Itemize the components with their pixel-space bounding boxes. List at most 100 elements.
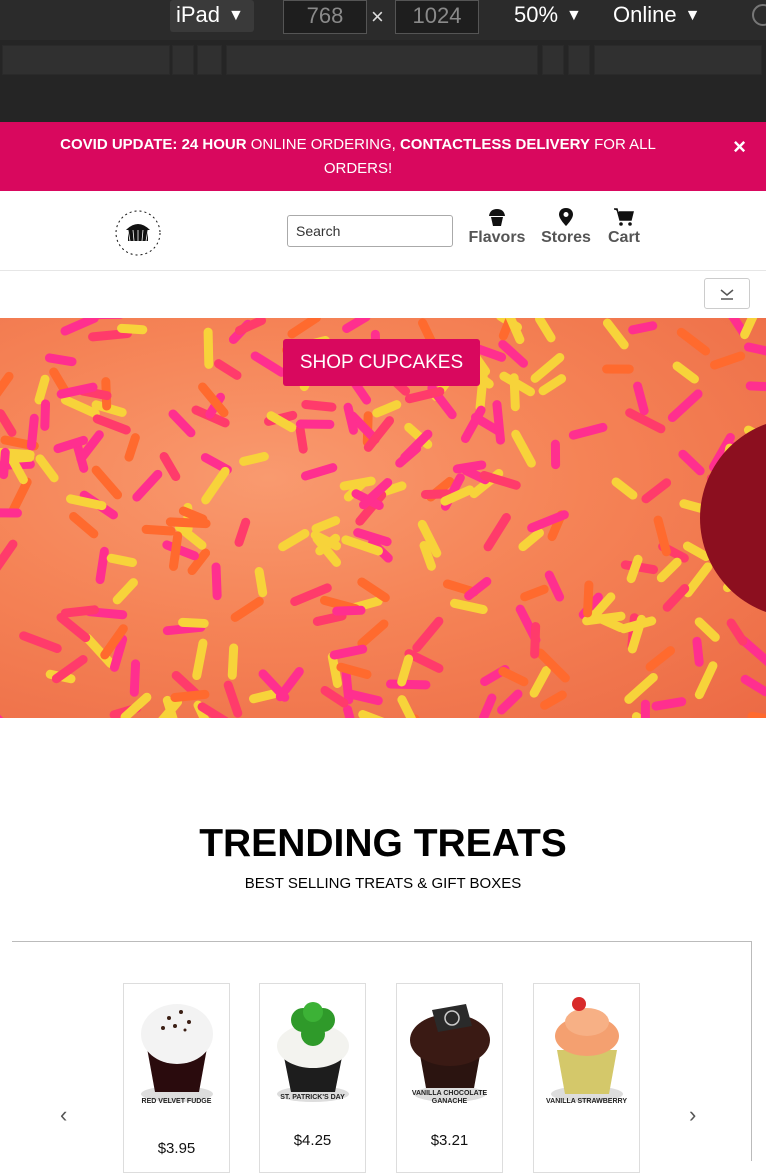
shop-cupcakes-button[interactable]: SHOP CUPCAKES bbox=[283, 339, 480, 386]
chevron-right-icon[interactable]: › bbox=[689, 1102, 696, 1128]
zoom-select[interactable]: 50%▼ bbox=[514, 0, 582, 31]
sprinkle bbox=[358, 533, 387, 542]
sprinkle bbox=[164, 457, 176, 477]
cupcake-icon bbox=[487, 207, 507, 227]
nav-stores-label: Stores bbox=[541, 229, 591, 246]
search-input[interactable] bbox=[287, 215, 453, 247]
sprinkle bbox=[122, 328, 143, 329]
trending-title: TRENDING TREATS bbox=[0, 822, 766, 866]
sprinkle bbox=[197, 643, 203, 675]
sprinkle bbox=[697, 641, 699, 662]
chevron-down-icon: ▼ bbox=[566, 7, 582, 24]
sprinkle bbox=[457, 465, 481, 469]
sprinkle bbox=[630, 413, 661, 429]
media-query-bar-segment[interactable] bbox=[172, 45, 194, 75]
sprinkle bbox=[535, 627, 536, 655]
sprinkle bbox=[469, 581, 487, 595]
sprinkle bbox=[587, 616, 621, 621]
sprinkle bbox=[316, 521, 336, 529]
covid-banner: COVID UPDATE: 24 HOUR ONLINE ORDERING, C… bbox=[0, 122, 766, 191]
rotate-icon[interactable] bbox=[752, 4, 766, 26]
sprinkle bbox=[402, 700, 412, 718]
sprinkle bbox=[607, 323, 624, 345]
sprinkle bbox=[4, 452, 6, 474]
sub-navigation-bar bbox=[0, 271, 766, 318]
sprinkle bbox=[523, 533, 540, 547]
network-select[interactable]: Online▼ bbox=[613, 0, 700, 31]
sprinkle bbox=[306, 405, 332, 408]
device-select[interactable]: iPad▼ bbox=[170, 0, 254, 32]
product-card[interactable]: ST. PATRICK'S DAY $4.25 bbox=[259, 983, 366, 1173]
product-label: RED VELVET FUDGE bbox=[124, 1098, 229, 1106]
media-query-bar-segment[interactable] bbox=[2, 45, 170, 75]
sprinkle bbox=[208, 332, 209, 364]
st-patricks-cupcake-image bbox=[265, 990, 361, 1110]
nav-stores[interactable]: Stores bbox=[539, 207, 593, 247]
sprinkle bbox=[40, 459, 54, 478]
sprinkle bbox=[31, 418, 34, 446]
sprinkle bbox=[477, 348, 502, 357]
sprinkle bbox=[525, 589, 545, 596]
sprinkle bbox=[502, 694, 518, 710]
hero-banner: SHOP CUPCAKES bbox=[0, 318, 766, 718]
product-card[interactable]: RED VELVET FUDGE $3.95 bbox=[123, 983, 230, 1173]
sprinkle bbox=[239, 522, 246, 542]
media-query-bar-segment[interactable] bbox=[568, 45, 590, 75]
chevron-down-icon bbox=[719, 288, 735, 300]
media-query-bar-segment[interactable] bbox=[542, 45, 564, 75]
dimension-times-icon: × bbox=[371, 4, 384, 30]
sprinkle bbox=[699, 666, 713, 695]
sprinkle bbox=[146, 529, 171, 531]
sprinkle bbox=[93, 334, 128, 337]
menu-toggle-button[interactable] bbox=[704, 278, 750, 309]
sprinkle bbox=[545, 695, 563, 705]
toronto-cupcake-logo[interactable] bbox=[113, 208, 163, 258]
sprinkle bbox=[516, 434, 532, 463]
media-query-bar-segment[interactable] bbox=[226, 45, 538, 75]
sprinkle bbox=[752, 716, 766, 718]
sprinkle bbox=[656, 702, 682, 706]
product-card[interactable]: VANILLA CHOCOLATE GANACHE $3.21 bbox=[396, 983, 503, 1173]
width-input[interactable]: 768 bbox=[283, 0, 367, 34]
media-query-bar-segment[interactable] bbox=[594, 45, 762, 75]
sprinkle bbox=[255, 356, 281, 372]
sprinkle bbox=[13, 482, 27, 510]
height-input[interactable]: 1024 bbox=[395, 0, 479, 34]
banner-text: ONLINE ORDERING, bbox=[247, 136, 400, 153]
sprinkle bbox=[672, 394, 698, 418]
sprinkle bbox=[540, 319, 552, 338]
sprinkle bbox=[409, 654, 439, 669]
sprinkle bbox=[629, 677, 654, 699]
sprinkle bbox=[503, 344, 524, 363]
sprinkle bbox=[24, 636, 58, 649]
product-price: $3.21 bbox=[397, 1132, 502, 1149]
sprinkle bbox=[745, 318, 754, 335]
sprinkle bbox=[174, 536, 178, 567]
sprinkle bbox=[633, 326, 653, 330]
sprinkle bbox=[687, 546, 706, 556]
nav-flavors[interactable]: Flavors bbox=[468, 207, 526, 247]
sprinkle bbox=[74, 517, 94, 534]
sprinkle bbox=[170, 522, 206, 524]
product-price: $4.25 bbox=[260, 1132, 365, 1149]
media-query-bar-segment[interactable] bbox=[197, 45, 222, 75]
close-icon[interactable]: × bbox=[733, 134, 746, 160]
sprinkle bbox=[638, 386, 645, 411]
product-label: VANILLA STRAWBERRY bbox=[534, 1098, 639, 1106]
sprinkle bbox=[750, 386, 766, 387]
trending-subtitle: BEST SELLING TREATS & GIFT BOXES bbox=[0, 875, 766, 892]
product-carousel: ‹ RED VELVET FUDGE $3.95 ST. PATRICK'S D… bbox=[12, 941, 752, 1161]
sprinkle bbox=[488, 518, 506, 547]
chevron-left-icon[interactable]: ‹ bbox=[60, 1102, 67, 1128]
sprinkle bbox=[129, 438, 135, 457]
product-card[interactable]: VANILLA STRAWBERRY bbox=[533, 983, 640, 1173]
sprinkle bbox=[300, 429, 303, 449]
sprinkle bbox=[454, 603, 483, 609]
sprinkle bbox=[235, 602, 259, 618]
sprinkle bbox=[650, 651, 670, 667]
sprinkle bbox=[337, 610, 361, 611]
sprinkle bbox=[175, 694, 205, 697]
nav-cart[interactable]: Cart bbox=[604, 207, 644, 247]
sprinkle bbox=[111, 558, 132, 562]
product-price: $3.95 bbox=[124, 1140, 229, 1157]
